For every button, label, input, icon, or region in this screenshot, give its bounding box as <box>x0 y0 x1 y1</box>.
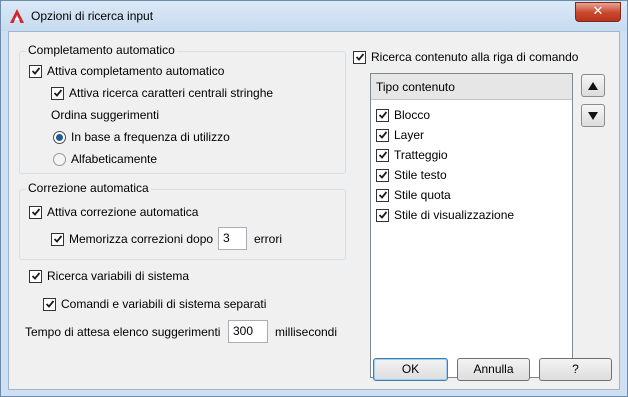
list-item-label: Stile di visualizzazione <box>394 208 515 222</box>
sort-suggestions-label: Ordina suggerimenti <box>51 107 159 123</box>
list-item-label: Stile testo <box>394 168 447 182</box>
midstring-search-checkbox[interactable]: Attiva ricerca caratteri centrali string… <box>51 85 273 101</box>
close-icon: ✕ <box>592 4 604 19</box>
check-icon <box>378 151 387 159</box>
radio-selected[interactable] <box>53 130 66 144</box>
checkbox-box[interactable] <box>51 86 64 100</box>
dialog-window: Opzioni di ricerca input ✕ Completamento… <box>0 0 628 397</box>
check-icon <box>53 235 62 243</box>
check-icon <box>378 131 387 139</box>
list-item[interactable]: Blocco <box>376 107 430 123</box>
checkbox-box[interactable] <box>51 232 64 246</box>
delay-suffix-text: millisecondi <box>275 325 338 339</box>
list-item-label: Layer <box>394 128 425 142</box>
list-item-label: Tratteggio <box>394 148 448 162</box>
enable-autocorrect-label: Attiva correzione automatica <box>47 205 199 219</box>
content-search-label: Ricerca contenuto alla riga di comando <box>371 50 579 64</box>
errors-suffix: errori <box>254 231 282 247</box>
checkbox-box[interactable] <box>376 128 389 142</box>
remember-errors-input[interactable]: 3 <box>218 227 247 250</box>
check-icon <box>31 67 40 75</box>
delay-input[interactable]: 300 <box>228 320 268 343</box>
check-icon <box>355 53 364 61</box>
triangle-down-icon <box>588 111 598 120</box>
title-bar[interactable]: Opzioni di ricerca input ✕ <box>1 1 627 31</box>
list-item-label: Blocco <box>394 108 431 122</box>
check-icon <box>378 191 387 199</box>
separate-sysvars-checkbox[interactable]: Comandi e variabili di sistema separati <box>43 296 266 312</box>
search-sysvars-label: Ricerca variabili di sistema <box>47 269 190 283</box>
content-search-checkbox[interactable]: Ricerca contenuto alla riga di comando <box>353 49 578 65</box>
list-item[interactable]: Stile testo <box>376 167 447 183</box>
checkbox-box[interactable] <box>29 269 42 283</box>
checkbox-box[interactable] <box>353 50 366 64</box>
autocorrect-group: Correzione automatica <box>19 181 346 260</box>
check-icon <box>31 208 40 216</box>
checkbox-box[interactable] <box>376 188 389 202</box>
list-item-label: Stile quota <box>394 188 451 202</box>
checkbox-box[interactable] <box>29 64 42 78</box>
autocomplete-group-label: Completamento automatico <box>26 43 177 57</box>
midstring-search-label: Attiva ricerca caratteri centrali string… <box>69 86 274 100</box>
move-up-button[interactable] <box>581 74 605 97</box>
close-button[interactable]: ✕ <box>575 2 621 22</box>
move-down-button[interactable] <box>581 104 605 127</box>
checkbox-box[interactable] <box>376 208 389 222</box>
checkbox-box[interactable] <box>43 297 56 311</box>
check-icon <box>378 211 387 219</box>
errors-suffix-text: errori <box>254 232 283 246</box>
list-item[interactable]: Stile quota <box>376 187 451 203</box>
list-item[interactable]: Layer <box>376 127 424 143</box>
autocorrect-group-label: Correzione automatica <box>26 181 151 195</box>
list-item[interactable]: Tratteggio <box>376 147 448 163</box>
content-type-list[interactable]: Tipo contenuto Blocco Layer Tratteggio S… <box>370 73 573 378</box>
enable-autocomplete-label: Attiva completamento automatico <box>47 64 225 78</box>
check-icon <box>378 111 387 119</box>
sort-frequency-radio[interactable]: In base a frequenza di utilizzo <box>53 129 230 145</box>
enable-autocorrect-checkbox[interactable]: Attiva correzione automatica <box>29 204 198 220</box>
remember-corrections-label: Memorizza correzioni dopo <box>69 232 214 246</box>
list-header: Tipo contenuto <box>371 74 572 100</box>
check-icon <box>31 272 40 280</box>
list-item[interactable]: Stile di visualizzazione <box>376 207 514 223</box>
window-title: Opzioni di ricerca input <box>31 9 154 23</box>
enable-autocomplete-checkbox[interactable]: Attiva completamento automatico <box>29 63 224 79</box>
check-icon <box>45 300 54 308</box>
ok-button[interactable]: OK <box>373 358 448 381</box>
checkbox-box[interactable] <box>376 148 389 162</box>
sort-alphabetical-radio[interactable]: Alfabeticamente <box>53 151 157 167</box>
check-icon <box>378 171 387 179</box>
autocad-a-icon <box>10 9 24 23</box>
checkbox-box[interactable] <box>376 108 389 122</box>
triangle-up-icon <box>588 81 598 90</box>
checkbox-box[interactable] <box>376 168 389 182</box>
delay-suffix: millisecondi <box>275 324 337 340</box>
sort-frequency-label: In base a frequenza di utilizzo <box>71 130 230 144</box>
separate-sysvars-label: Comandi e variabili di sistema separati <box>61 297 267 311</box>
dialog-body: Completamento automatico Attiva completa… <box>8 31 620 390</box>
cancel-button[interactable]: Annulla <box>457 358 530 381</box>
checkbox-box[interactable] <box>29 205 42 219</box>
radio-dot <box>56 133 63 141</box>
help-button[interactable]: ? <box>539 358 612 381</box>
radio-unselected[interactable] <box>53 152 66 166</box>
delay-label-text: Tempo di attesa elenco suggerimenti <box>25 325 221 339</box>
check-icon <box>53 89 62 97</box>
remember-corrections-checkbox[interactable]: Memorizza correzioni dopo <box>51 231 213 247</box>
search-sysvars-checkbox[interactable]: Ricerca variabili di sistema <box>29 268 189 284</box>
delay-label: Tempo di attesa elenco suggerimenti <box>25 324 220 340</box>
sort-suggestions-text: Ordina suggerimenti <box>51 108 160 122</box>
sort-alphabetical-label: Alfabeticamente <box>71 152 158 166</box>
